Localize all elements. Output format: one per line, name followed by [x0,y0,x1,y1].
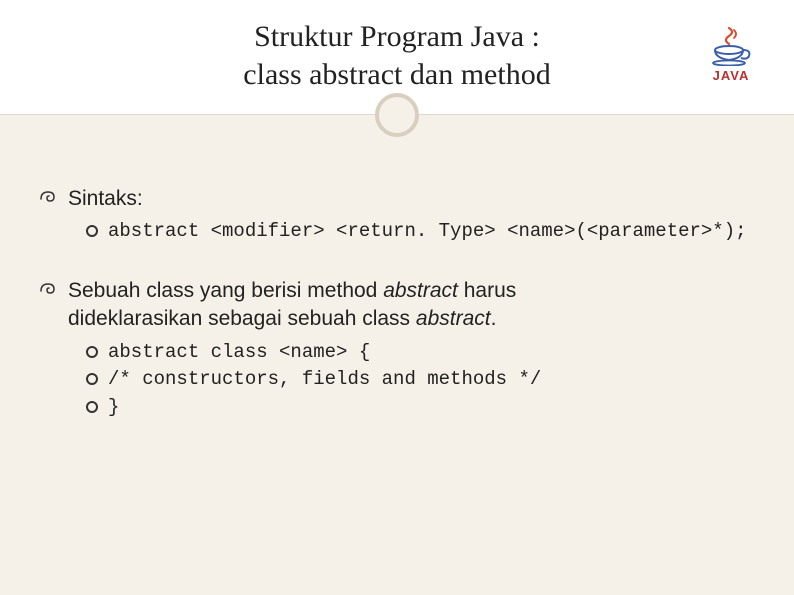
slide-title: Struktur Program Java : class abstract d… [0,0,794,93]
ring-bullet-icon [86,401,98,413]
sub-list: abstract class <name> { /* constructors,… [86,340,756,421]
code-text: } [108,395,119,421]
continue-pre: dideklarasikan sebagai sebuah class [68,307,416,330]
section-heading: Sintaks: [38,185,756,213]
divider-circle-icon [375,93,419,137]
code-text: abstract class <name> { [108,340,370,366]
heading-em: abstract [383,279,458,302]
continue-post: . [491,307,497,330]
java-logo: JAVA [696,14,766,94]
ring-bullet-icon [86,373,98,385]
heading-pre: Sebuah class yang berisi method [68,279,383,302]
swirl-bullet-icon [38,185,60,211]
ring-bullet-icon [86,225,98,237]
section-sebuah: Sebuah class yang berisi method abstract… [38,277,756,421]
java-cup-icon [709,26,753,66]
paragraph-continue: dideklarasikan sebagai sebuah class abst… [68,305,756,333]
title-line-1: Struktur Program Java : [0,18,794,56]
list-item: abstract <modifier> <return. Type> <name… [86,219,756,245]
sub-list: abstract <modifier> <return. Type> <name… [86,219,756,245]
content-area: Sintaks: abstract <modifier> <return. Ty… [0,115,794,473]
continue-em: abstract [416,307,491,330]
section-sintaks: Sintaks: abstract <modifier> <return. Ty… [38,185,756,245]
title-line-2: class abstract dan method [0,56,794,94]
java-logo-text: JAVA [713,68,750,83]
section-heading: Sebuah class yang berisi method abstract… [38,277,756,305]
code-text: /* constructors, fields and methods */ [108,367,541,393]
ring-bullet-icon [86,346,98,358]
list-item: } [86,395,756,421]
list-item: abstract class <name> { [86,340,756,366]
heading-text: Sintaks: [68,185,143,213]
code-text: abstract <modifier> <return. Type> <name… [108,219,747,245]
heading-text: Sebuah class yang berisi method abstract… [68,277,516,305]
list-item: /* constructors, fields and methods */ [86,367,756,393]
swirl-bullet-icon [38,277,60,303]
heading-post: harus [458,279,516,302]
